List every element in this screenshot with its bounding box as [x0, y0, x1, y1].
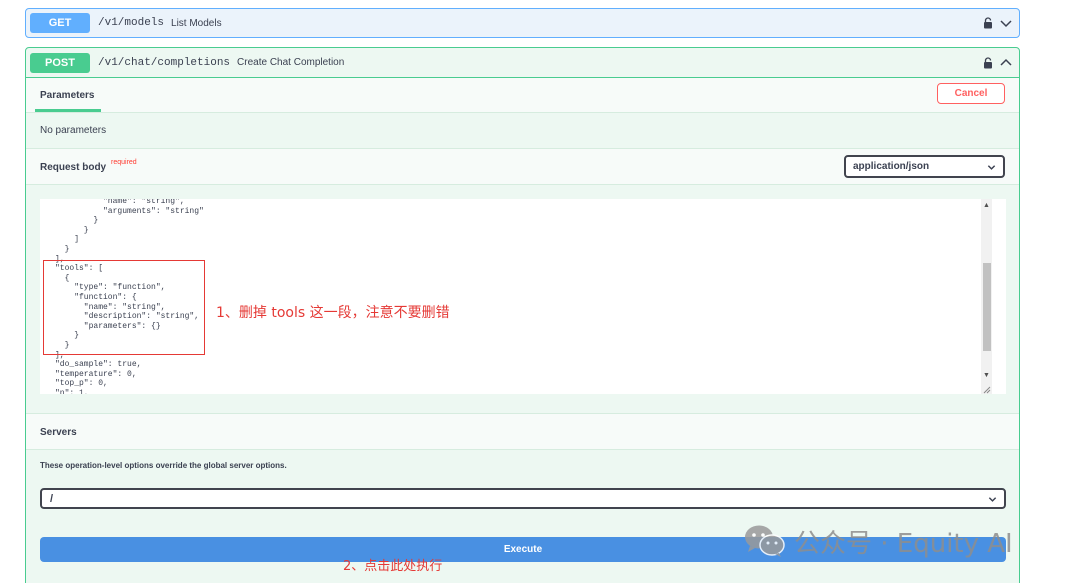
server-select-value: / [50, 492, 54, 505]
servers-title: Servers [40, 427, 77, 438]
servers-description: These operation-level options override t… [40, 461, 287, 470]
servers-header [26, 413, 1019, 450]
tools-highlight-box [43, 260, 205, 355]
no-parameters-text: No parameters [40, 125, 107, 136]
chevron-down-icon [987, 165, 996, 170]
chevron-down-icon [988, 497, 997, 502]
resize-grip-icon[interactable] [982, 385, 991, 394]
get-models-operation[interactable]: GET /v1/models List Models [25, 8, 1020, 38]
request-body-title: Request body [40, 162, 107, 173]
lock-icon[interactable] [983, 17, 993, 29]
get-method-badge: GET [30, 13, 90, 33]
get-summary: List Models [171, 17, 222, 29]
delete-tools-annotation: 1、删掉 tools 这一段，注意不要删错 [216, 305, 450, 321]
editor-scrollbar[interactable]: ▲ ▼ [981, 199, 992, 394]
click-execute-annotation: 2、点击此处执行 [343, 559, 443, 574]
scroll-up-arrow-icon[interactable]: ▲ [983, 202, 990, 209]
parameters-tab-underline [35, 109, 101, 112]
get-path: /v1/models [98, 17, 165, 29]
watermark-text: 公众号 · Equity AI [794, 528, 1013, 559]
post-summary: Create Chat Completion [237, 57, 345, 68]
chevron-down-icon[interactable] [999, 16, 1013, 30]
chevron-up-icon[interactable] [999, 56, 1013, 70]
wechat-icon [745, 525, 785, 557]
content-type-select[interactable]: application/json [844, 155, 1005, 178]
watermark: 公众号 · Equity AI [744, 521, 1013, 561]
post-method-badge: POST [30, 52, 90, 73]
required-label: required [111, 159, 137, 166]
content-type-value: application/json [853, 161, 930, 172]
scrollbar-thumb[interactable] [983, 263, 991, 351]
lock-icon[interactable] [983, 57, 993, 69]
scroll-down-arrow-icon[interactable]: ▼ [983, 372, 990, 379]
cancel-button[interactable]: Cancel [937, 83, 1005, 104]
post-path: /v1/chat/completions [98, 56, 231, 69]
parameters-header [26, 78, 1019, 113]
post-operation-header[interactable]: POST /v1/chat/completions Create Chat Co… [26, 48, 1019, 78]
parameters-title[interactable]: Parameters [40, 90, 94, 101]
server-select[interactable]: / [40, 488, 1006, 509]
